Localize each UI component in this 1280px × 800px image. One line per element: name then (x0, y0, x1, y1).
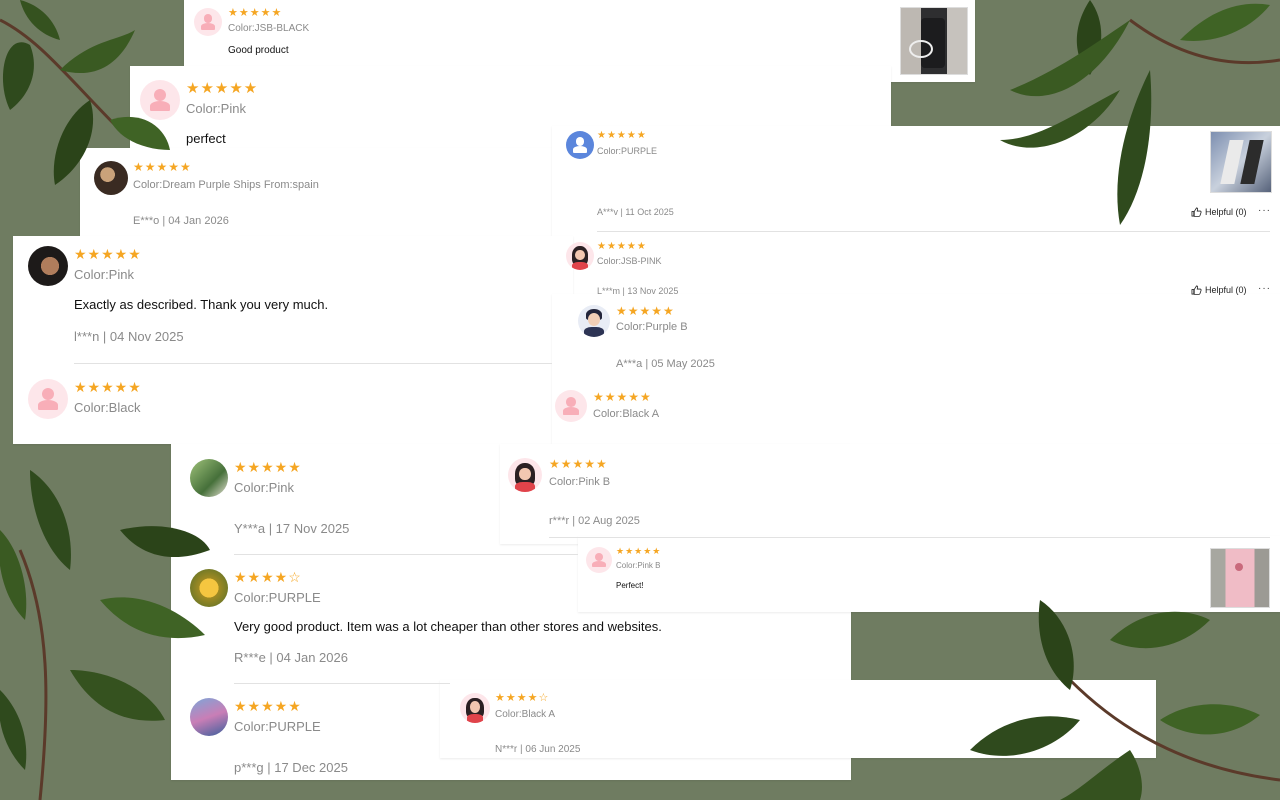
review-photo[interactable] (1210, 548, 1270, 608)
review-variant: Color:JSB-BLACK (228, 23, 310, 34)
helpful-label: Helpful (0) (1205, 207, 1247, 217)
helpful-button[interactable]: Helpful (0) (1191, 285, 1247, 295)
star-rating: ★★★★★ (186, 80, 259, 97)
avatar (194, 8, 222, 36)
review-text: perfect (186, 131, 226, 146)
avatar (555, 390, 587, 422)
review-variant: Color:Dream Purple Ships From:spain (133, 179, 319, 191)
review-card (500, 444, 1280, 544)
divider (234, 554, 578, 555)
star-rating: ★★★★★ (133, 160, 192, 174)
review-author-date: N***r | 06 Jun 2025 (495, 744, 581, 755)
review-author-date: Y***a | 17 Nov 2025 (234, 521, 350, 536)
review-variant: Color:Pink (234, 480, 294, 495)
review-author-date: E***o | 04 Jan 2026 (133, 215, 229, 227)
divider (234, 683, 450, 684)
review-text: Very good product. Item was a lot cheape… (234, 619, 662, 634)
avatar (508, 458, 542, 492)
star-rating: ★★★★★ (597, 130, 647, 141)
divider (74, 363, 552, 364)
avatar (28, 246, 68, 286)
avatar (190, 459, 228, 497)
review-photo[interactable] (900, 7, 968, 75)
star-rating: ★★★★★ (616, 304, 675, 318)
star-rating: ★★★★★ (234, 698, 302, 714)
avatar (566, 131, 594, 159)
review-variant: Color:JSB-PINK (597, 256, 662, 266)
thumbs-up-icon (1191, 285, 1202, 295)
more-options-icon[interactable]: ··· (1258, 283, 1271, 294)
star-rating: ★★★★★ (597, 241, 647, 252)
review-author-date: A***v | 11 Oct 2025 (597, 207, 674, 217)
avatar (94, 161, 128, 195)
star-rating: ★★★★★ (74, 379, 142, 395)
review-author-date: l***n | 04 Nov 2025 (74, 329, 184, 344)
avatar (190, 698, 228, 736)
avatar (140, 80, 180, 120)
star-rating: ★★★★★ (234, 459, 302, 475)
helpful-label: Helpful (0) (1205, 285, 1247, 295)
review-variant: Color:Pink (186, 101, 246, 116)
avatar (566, 242, 594, 270)
review-author-date: A***a | 05 May 2025 (616, 358, 715, 370)
review-text: Perfect! (616, 581, 644, 590)
review-variant: Color:Pink (74, 267, 134, 282)
star-rating: ★★★★☆ (495, 692, 550, 704)
avatar (460, 693, 490, 723)
review-variant: Color:Pink B (616, 561, 661, 570)
review-variant: Color:Black A (593, 408, 660, 420)
thumbs-up-icon (1191, 207, 1202, 217)
review-author-date: r***r | 02 Aug 2025 (549, 515, 640, 527)
review-variant: Color:Black (74, 400, 141, 415)
star-rating: ★★★★★ (549, 457, 608, 471)
review-photo[interactable] (1210, 131, 1272, 193)
review-variant: Color:PURPLE (234, 719, 321, 734)
divider (597, 231, 1270, 232)
more-options-icon[interactable]: ··· (1258, 205, 1271, 216)
review-text: Good product (228, 45, 289, 56)
review-variant: Color:Purple B (616, 321, 688, 333)
avatar (578, 305, 610, 337)
avatar (586, 547, 612, 573)
avatar (190, 569, 228, 607)
review-variant: Color:PURPLE (234, 590, 321, 605)
star-rating: ★★★★★ (228, 7, 283, 19)
review-card (578, 536, 1280, 612)
star-rating: ★★★★★ (593, 390, 652, 404)
divider (549, 537, 1270, 538)
review-variant: Color:Black A (495, 709, 556, 720)
star-rating: ★★★★★ (616, 546, 662, 556)
star-rating: ★★★★☆ (234, 569, 302, 585)
star-rating: ★★★★★ (74, 246, 142, 262)
helpful-button[interactable]: Helpful (0) (1191, 207, 1247, 217)
avatar (28, 379, 68, 419)
review-author-date: L***m | 13 Nov 2025 (597, 286, 679, 296)
review-variant: Color:Pink B (549, 476, 611, 488)
review-author-date: R***e | 04 Jan 2026 (234, 650, 348, 665)
review-author-date: p***g | 17 Dec 2025 (234, 760, 348, 775)
review-variant: Color:PURPLE (597, 146, 658, 156)
review-text: Exactly as described. Thank you very muc… (74, 297, 329, 312)
